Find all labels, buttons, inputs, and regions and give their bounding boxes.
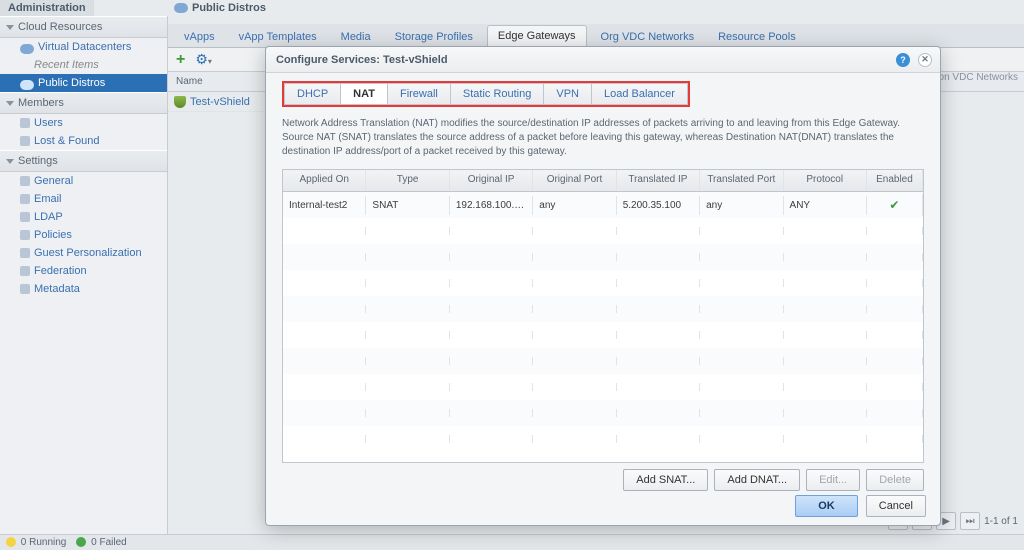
dlg-tab-static-routing[interactable]: Static Routing — [451, 84, 544, 104]
sidebar-item-policies[interactable]: Policies — [0, 226, 167, 244]
ok-button[interactable]: OK — [795, 495, 858, 517]
sidebar-item-users[interactable]: Users — [0, 114, 167, 132]
pager-last[interactable]: ⏭ — [960, 512, 980, 530]
actions-button[interactable]: ⚙▾ — [195, 51, 212, 68]
tab-org-vdc[interactable]: Org VDC Networks — [591, 27, 705, 47]
sidebar: Cloud Resources Virtual Datacenters Rece… — [0, 16, 168, 534]
app-title: Administration — [0, 0, 94, 16]
dlg-tab-nat[interactable]: NAT — [341, 84, 388, 104]
tool-icon — [20, 212, 30, 222]
tab-resource-pools[interactable]: Resource Pools — [708, 27, 806, 47]
sidebar-section-settings[interactable]: Settings — [0, 150, 167, 172]
dialog-tabs-highlight: DHCP NAT Firewall Static Routing VPN Loa… — [282, 81, 690, 107]
delete-button[interactable]: Delete — [866, 469, 924, 491]
cloud-icon — [20, 80, 34, 90]
main-tabs: vApps vApp Templates Media Storage Profi… — [168, 24, 1024, 48]
cloud-icon — [20, 44, 34, 54]
col-enabled[interactable]: Enabled — [867, 170, 923, 191]
dlg-tab-load-balancer[interactable]: Load Balancer — [592, 84, 687, 104]
shield-icon — [174, 96, 186, 108]
breadcrumb: Public Distros — [168, 0, 1024, 16]
sidebar-item-federation[interactable]: Federation — [0, 262, 167, 280]
cloud-icon — [174, 1, 188, 15]
sidebar-item-vdc[interactable]: Virtual Datacenters — [0, 38, 167, 56]
ok-icon — [76, 537, 86, 547]
col-applied[interactable]: Applied On — [283, 170, 366, 191]
nat-rule-row — [283, 322, 923, 348]
nat-rule-row — [283, 296, 923, 322]
tab-vapp-templates[interactable]: vApp Templates — [229, 27, 327, 47]
dialog-title: Configure Services: Test-vShield — [276, 54, 448, 66]
status-running: 0 Running — [6, 537, 66, 548]
dialog-footer: OK Cancel — [795, 495, 926, 517]
sidebar-item-email[interactable]: Email — [0, 190, 167, 208]
tool-icon — [20, 194, 30, 204]
nat-rule-row — [283, 348, 923, 374]
sidebar-item-public-distros[interactable]: Public Distros — [0, 74, 167, 92]
running-icon — [6, 537, 16, 547]
status-failed: 0 Failed — [76, 537, 126, 548]
close-icon[interactable]: ✕ — [918, 53, 932, 67]
sidebar-item-general[interactable]: General — [0, 172, 167, 190]
user-icon — [20, 136, 30, 146]
tab-vapps[interactable]: vApps — [174, 27, 225, 47]
sidebar-section-cloud[interactable]: Cloud Resources — [0, 16, 167, 38]
nat-actions: Add SNAT... Add DNAT... Edit... Delete — [282, 469, 924, 491]
dialog-header[interactable]: Configure Services: Test-vShield ? ✕ — [266, 47, 940, 73]
tool-icon — [20, 176, 30, 186]
pager-label: 1-1 of 1 — [984, 516, 1018, 527]
dlg-tab-firewall[interactable]: Firewall — [388, 84, 451, 104]
tool-icon — [20, 248, 30, 258]
col-tport[interactable]: Translated Port — [700, 170, 783, 191]
col-oip[interactable]: Original IP — [450, 170, 533, 191]
user-icon — [20, 118, 30, 128]
dlg-tab-dhcp[interactable]: DHCP — [285, 84, 341, 104]
sidebar-item-guest[interactable]: Guest Personalization — [0, 244, 167, 262]
sidebar-item-ldap[interactable]: LDAP — [0, 208, 167, 226]
nat-rule-row[interactable]: Internal-test2SNAT192.168.100.0/24any5.2… — [283, 192, 923, 218]
help-icon[interactable]: ? — [896, 53, 910, 67]
grid-row-test-vshield[interactable]: Test-vShield — [168, 92, 278, 112]
nat-rule-row — [283, 218, 923, 244]
status-bar: 0 Running 0 Failed — [0, 534, 1024, 550]
nat-grid-header: Applied On Type Original IP Original Por… — [283, 170, 923, 192]
nat-rule-row — [283, 426, 923, 452]
add-dnat-button[interactable]: Add DNAT... — [714, 469, 800, 491]
col-proto[interactable]: Protocol — [784, 170, 867, 191]
check-icon: ✔ — [889, 198, 899, 212]
dialog-tabs: DHCP NAT Firewall Static Routing VPN Loa… — [284, 83, 688, 105]
tab-edge-gateways[interactable]: Edge Gateways — [487, 25, 587, 47]
sidebar-item-lost[interactable]: Lost & Found — [0, 132, 167, 150]
dlg-tab-vpn[interactable]: VPN — [544, 84, 592, 104]
col-oport[interactable]: Original Port — [533, 170, 616, 191]
nat-rule-row — [283, 400, 923, 426]
nat-description: Network Address Translation (NAT) modifi… — [282, 117, 924, 159]
sidebar-section-members[interactable]: Members — [0, 92, 167, 114]
tool-icon — [20, 230, 30, 240]
tool-icon — [20, 266, 30, 276]
grid-row-label: Test-vShield — [190, 96, 250, 108]
edit-button[interactable]: Edit... — [806, 469, 860, 491]
col-tip[interactable]: Translated IP — [617, 170, 700, 191]
cancel-button[interactable]: Cancel — [866, 495, 926, 517]
configure-services-dialog: Configure Services: Test-vShield ? ✕ DHC… — [265, 46, 941, 526]
tool-icon — [20, 284, 30, 294]
tab-media[interactable]: Media — [331, 27, 381, 47]
breadcrumb-title: Public Distros — [192, 2, 266, 14]
nat-rule-row — [283, 374, 923, 400]
nat-rules-grid: Applied On Type Original IP Original Por… — [282, 169, 924, 463]
col-type[interactable]: Type — [366, 170, 449, 191]
nat-rule-row — [283, 244, 923, 270]
sidebar-item-recent[interactable]: Recent Items — [0, 56, 167, 74]
sidebar-item-metadata[interactable]: Metadata — [0, 280, 167, 298]
add-button[interactable]: + — [176, 52, 185, 68]
add-snat-button[interactable]: Add SNAT... — [623, 469, 708, 491]
nat-rule-row — [283, 270, 923, 296]
tab-storage[interactable]: Storage Profiles — [385, 27, 483, 47]
